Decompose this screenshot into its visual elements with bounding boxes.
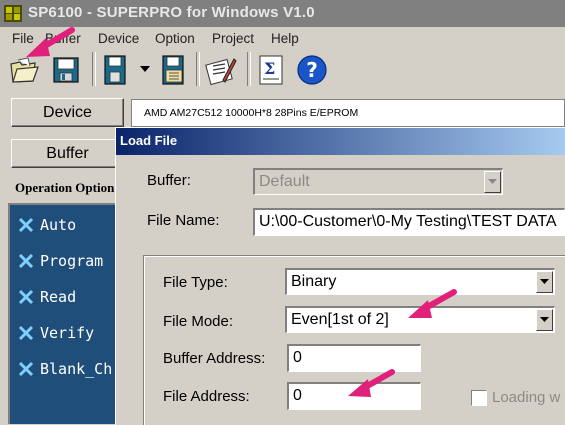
operation-label: Auto — [40, 216, 77, 234]
operation-option-label: Operation Option — [15, 180, 115, 195]
file-name-label: File Name: — [147, 212, 220, 229]
x-icon — [18, 217, 34, 233]
buffer-label: Buffer: — [147, 172, 191, 189]
file-address-label: File Address: — [163, 388, 250, 405]
menu-option[interactable]: Option — [155, 31, 195, 46]
buffer-dropdown-button — [484, 171, 501, 193]
file-type-label: File Type: — [163, 274, 228, 291]
loading-checkbox[interactable] — [471, 390, 487, 406]
annotation-arrow-icon — [408, 289, 457, 318]
operation-label: Program — [40, 252, 104, 270]
svg-text:Σ: Σ — [264, 59, 275, 78]
file-type-value: Binary — [291, 273, 337, 290]
buffer-address-label: Buffer Address: — [163, 350, 266, 367]
file-mode-dropdown-button[interactable] — [536, 309, 553, 331]
buffer-select: Default — [253, 168, 503, 195]
buffer-button[interactable]: Buffer — [11, 139, 124, 168]
chip-save-icon[interactable] — [158, 54, 190, 86]
x-icon — [18, 289, 34, 305]
operation-label: Blank_Ch — [40, 360, 113, 378]
toolbar-separator — [247, 52, 251, 86]
operation-label: Read — [40, 288, 77, 306]
operation-read[interactable]: Read — [18, 286, 118, 310]
window-title: SP6100 - SUPERPRO for Windows V1.0 — [28, 4, 315, 21]
x-icon — [18, 325, 34, 341]
buffer-select-value: Default — [259, 173, 310, 190]
chevron-down-icon — [540, 317, 549, 322]
app-icon — [4, 5, 22, 22]
file-mode-label: File Mode: — [163, 313, 234, 330]
file-type-dropdown-button[interactable] — [536, 271, 553, 293]
help-icon[interactable]: ? — [296, 54, 328, 86]
device-button[interactable]: Device — [11, 98, 124, 127]
chip-load-icon[interactable] — [100, 54, 132, 86]
chevron-down-icon[interactable] — [140, 66, 150, 74]
chevron-down-icon — [488, 179, 497, 184]
operation-blank-check[interactable]: Blank_Ch — [18, 358, 118, 382]
operation-auto[interactable]: Auto — [18, 214, 118, 238]
annotation-arrow-icon — [26, 27, 75, 57]
operation-program[interactable]: Program — [18, 250, 118, 274]
dialog-title: Load File — [120, 133, 178, 148]
menu-project[interactable]: Project — [212, 31, 254, 46]
menu-device[interactable]: Device — [98, 31, 139, 46]
loading-checkbox-label: Loading w — [492, 389, 561, 406]
menu-help[interactable]: Help — [271, 31, 299, 46]
toolbar-separator — [196, 52, 200, 86]
file-mode-value: Even[1st of 2] — [291, 311, 389, 328]
annotation-arrow-icon — [348, 369, 395, 397]
chevron-down-icon — [540, 279, 549, 284]
operation-label: Verify — [40, 324, 95, 342]
operation-verify[interactable]: Verify — [18, 322, 118, 346]
device-info-field: AMD AM27C512 10000H*8 28Pins E/EPROM — [131, 99, 565, 127]
x-icon — [18, 361, 34, 377]
sum-icon[interactable]: Σ — [256, 54, 288, 86]
dialog-title-bar — [116, 128, 565, 155]
svg-text:?: ? — [306, 58, 318, 82]
edit-tools-icon[interactable] — [205, 54, 237, 86]
file-name-input[interactable]: U:\00-Customer\0-My Testing\TEST DATA — [253, 208, 565, 236]
toolbar-separator — [92, 52, 96, 86]
x-icon — [18, 253, 34, 269]
